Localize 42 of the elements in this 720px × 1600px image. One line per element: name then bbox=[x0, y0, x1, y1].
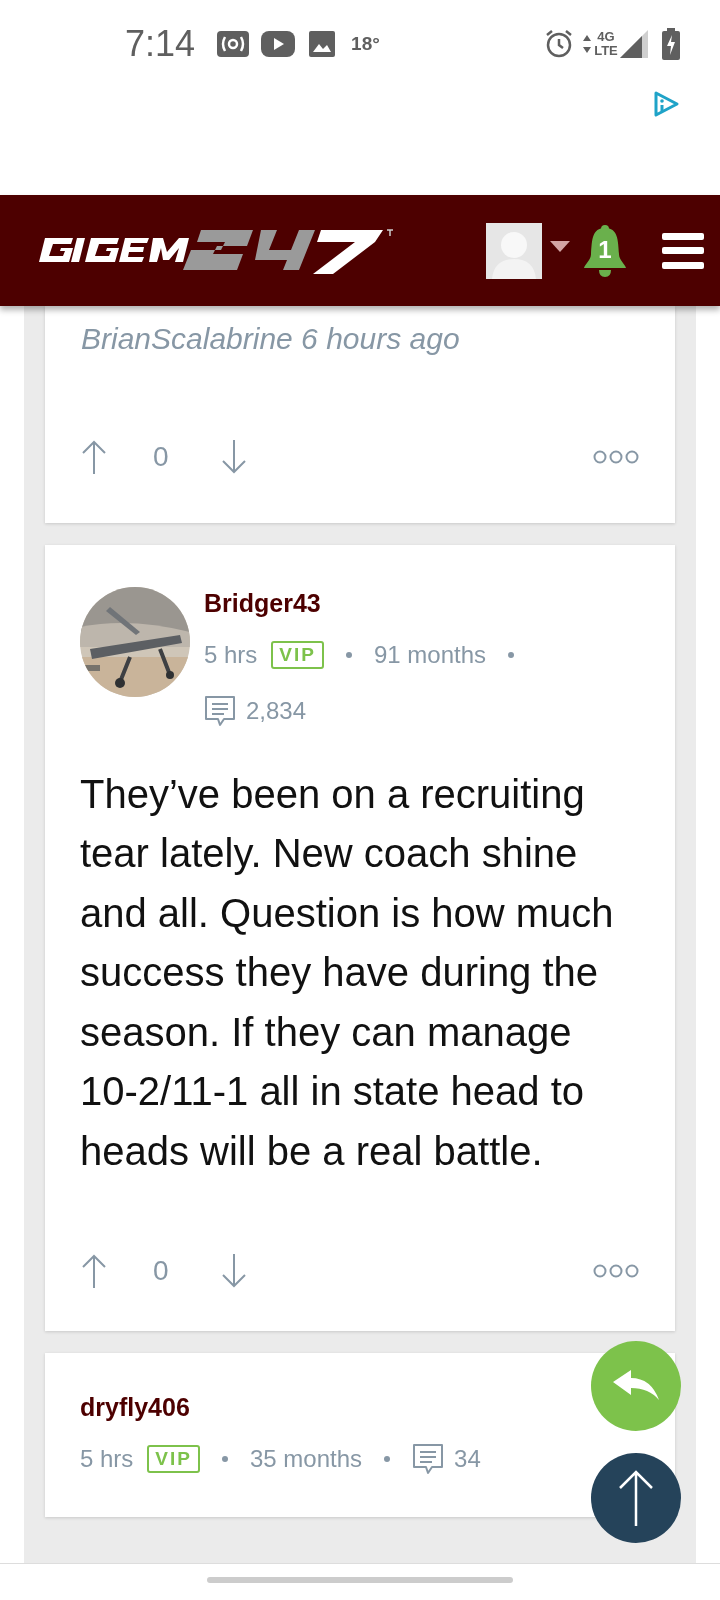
temperature: 18° bbox=[351, 31, 380, 56]
membership-tenure: 91 months bbox=[374, 639, 487, 670]
battery-charging-icon bbox=[662, 28, 680, 60]
post-count: 2,834 bbox=[246, 695, 307, 726]
username[interactable]: dryfly406 bbox=[80, 1389, 190, 1427]
comment-icon bbox=[412, 1442, 445, 1475]
upvote-arrow-icon[interactable] bbox=[81, 1254, 107, 1288]
arrow-up-icon bbox=[618, 1470, 654, 1526]
downvote-arrow-icon[interactable] bbox=[220, 440, 247, 474]
separator-dot-icon bbox=[508, 651, 515, 658]
clock: 7:14 bbox=[125, 22, 196, 66]
video-icon bbox=[261, 31, 296, 57]
username[interactable]: Bridger43 bbox=[204, 585, 321, 623]
vip-badge: VIP bbox=[271, 640, 324, 669]
bell-icon bbox=[582, 223, 628, 278]
post-age: 5 hrs bbox=[204, 639, 258, 670]
post-count: 34 bbox=[454, 1443, 481, 1474]
post-age: 5 hrs bbox=[80, 1443, 134, 1474]
vote-count: 0 bbox=[153, 440, 169, 474]
menu-icon[interactable] bbox=[662, 232, 704, 269]
more-options-icon[interactable] bbox=[593, 449, 639, 465]
dropdown-caret-icon[interactable] bbox=[550, 240, 570, 253]
data-arrows-icon bbox=[582, 33, 592, 55]
comment-icon bbox=[204, 694, 236, 727]
post-body: They’ve been on a recruiting tear lately. New coach shine and all. Question is how much success they have during the season. If they can manage 10-2/11-1 all in state head to heads will be a real battle. bbox=[80, 770, 615, 1175]
alarm-icon bbox=[544, 29, 574, 59]
network-type: 4G LTE bbox=[594, 30, 618, 58]
separator-dot-icon bbox=[384, 1455, 391, 1462]
separator-dot-icon bbox=[346, 651, 352, 658]
edited-note: BrianScalabrine 6 hours ago bbox=[80, 321, 461, 357]
separator-dot-icon bbox=[222, 1455, 228, 1462]
signal-icon bbox=[620, 30, 648, 58]
more-options-icon[interactable] bbox=[593, 1263, 639, 1279]
membership-tenure: 35 months bbox=[250, 1443, 363, 1474]
downvote-arrow-icon[interactable] bbox=[220, 1254, 247, 1288]
upvote-arrow-icon[interactable] bbox=[81, 440, 107, 474]
notification-count: 1 bbox=[598, 235, 612, 264]
image-icon bbox=[309, 31, 336, 57]
vip-badge: VIP bbox=[147, 1444, 200, 1473]
vote-count: 0 bbox=[153, 1254, 169, 1288]
radio-icon bbox=[217, 31, 250, 57]
ad-choices-icon[interactable] bbox=[652, 90, 680, 118]
